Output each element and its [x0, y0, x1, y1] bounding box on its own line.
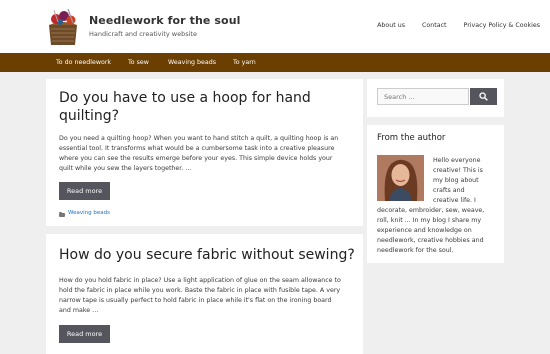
nav-item-weaving-beads[interactable]: Weaving beads [168, 59, 216, 66]
post-category-link[interactable]: Weaving beads [68, 210, 110, 216]
widget-title: From the author [377, 133, 446, 143]
author-text-line: decorate, embroider, sew, weave, [377, 207, 485, 214]
author-text-line: creative life. I [433, 197, 476, 204]
post-title[interactable]: How do you secure fabric without sewing? [59, 246, 355, 264]
site-title[interactable]: Needlework for the soul [89, 14, 241, 27]
nav-item-yarn[interactable]: To yarn [233, 59, 256, 66]
site-header: Needlework for the soul Handicraft and c… [0, 0, 550, 53]
read-more-button[interactable]: Read more [59, 182, 110, 200]
search-button[interactable] [470, 88, 497, 105]
nav-item-sew[interactable]: To sew [128, 59, 149, 66]
nav-item-needlework[interactable]: To do needlework [56, 59, 111, 66]
author-text-line: experience and knowledge on [377, 227, 472, 234]
top-nav-privacy[interactable]: Privacy Policy & Cookies [464, 22, 540, 29]
author-text-line: creative! This is [433, 167, 483, 174]
top-nav-about[interactable]: About us [377, 22, 405, 29]
search-input[interactable] [377, 88, 469, 105]
author-text-line: needlework for the soul. [377, 247, 454, 254]
post-excerpt-line: and make … [59, 307, 99, 314]
post-excerpt-line: narrow tape is usually perfect to hold f… [59, 297, 332, 304]
post-title[interactable]: Do you have to use a hoop for hand [59, 89, 311, 107]
author-photo [377, 155, 424, 201]
post-title-cont[interactable]: quilting? [59, 107, 119, 125]
post-excerpt-line: essential tool. It transforms what would… [59, 145, 335, 152]
top-nav: About us Contact Privacy Policy & Cookie… [360, 22, 540, 29]
author-text-line: needlework, creative hobbies and [377, 237, 484, 244]
top-nav-contact[interactable]: Contact [422, 22, 447, 29]
author-text-line: crafts and [433, 187, 465, 194]
post-excerpt-line: hold the fabric in place while you work.… [59, 287, 341, 294]
folder-icon [59, 211, 65, 217]
author-text-line: Hello everyone [433, 157, 481, 164]
read-more-button[interactable]: Read more [59, 325, 110, 343]
post-excerpt-line: Do you need a quilting hoop? When you wa… [59, 135, 339, 142]
author-text-line: roll, knit ... In my blog I share my [377, 217, 482, 224]
author-text-line: my blog about [433, 177, 479, 184]
post-excerpt-line: How do you hold fabric in place? Use a l… [59, 277, 341, 284]
main-nav: To do needlework To sew Weaving beads To… [0, 53, 550, 72]
site-logo[interactable] [46, 7, 80, 47]
site-tagline: Handicraft and creativity website [89, 30, 197, 38]
search-icon [479, 92, 488, 101]
post-excerpt-line: quilt while you sew the layers together.… [59, 165, 192, 172]
post-excerpt-line: where you can see the results emerge bef… [59, 155, 333, 162]
